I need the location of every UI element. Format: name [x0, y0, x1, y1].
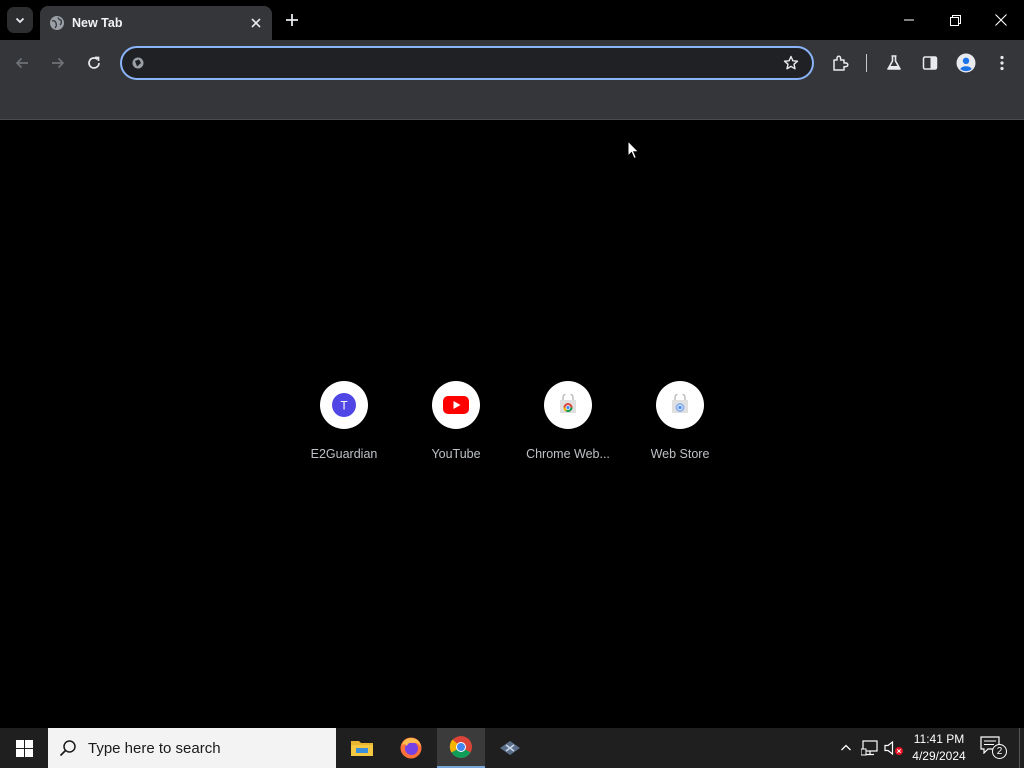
profile-button[interactable] — [954, 51, 978, 75]
shortcut-tiles: T E2Guardian YouTube Chrome Web... Web S… — [288, 381, 736, 477]
taskbar-chrome[interactable] — [437, 728, 485, 768]
tray-overflow-button[interactable] — [836, 738, 856, 758]
tab-new-tab[interactable]: New Tab — [40, 6, 272, 40]
star-icon[interactable] — [782, 54, 800, 72]
notification-count-badge: 2 — [992, 744, 1007, 759]
address-bar[interactable] — [120, 46, 814, 80]
tray-volume-button[interactable] — [884, 738, 904, 758]
search-icon — [58, 738, 78, 758]
site-info-icon[interactable] — [130, 55, 146, 71]
back-button[interactable] — [10, 51, 34, 75]
taskbar-file-explorer[interactable] — [338, 728, 386, 768]
forward-button[interactable] — [46, 51, 70, 75]
taskbar-search-box[interactable]: Type here to search — [48, 728, 336, 768]
firefox-icon — [400, 737, 422, 759]
shortcut-chrome-web-store[interactable]: Chrome Web... — [512, 381, 624, 477]
bookmarks-bar — [0, 86, 1024, 120]
tab-strip: New Tab — [0, 0, 1024, 40]
taskbar-app[interactable] — [486, 728, 534, 768]
chrome-icon — [449, 736, 472, 758]
tile-icon-container — [544, 381, 592, 429]
mouse-cursor-icon — [627, 140, 640, 160]
chevron-down-icon — [15, 17, 25, 24]
globe-icon — [49, 15, 65, 31]
action-center-button[interactable]: 2 — [980, 736, 1008, 760]
side-panel-icon — [922, 56, 938, 70]
tab-search-button[interactable] — [7, 7, 33, 33]
close-icon[interactable] — [246, 13, 266, 33]
tile-icon-container — [432, 381, 480, 429]
tile-letter: T — [340, 399, 348, 413]
browser-toolbar — [0, 40, 1024, 86]
youtube-icon — [443, 396, 469, 414]
app-icon — [500, 741, 520, 755]
extensions-button[interactable] — [828, 51, 852, 75]
side-panel-button[interactable] — [918, 51, 942, 75]
toolbar-divider — [866, 54, 867, 72]
reload-button[interactable] — [82, 51, 106, 75]
taskbar-search-placeholder: Type here to search — [88, 739, 221, 757]
plus-icon — [286, 14, 298, 26]
shortcut-youtube[interactable]: YouTube — [400, 381, 512, 477]
taskbar-firefox[interactable] — [387, 728, 435, 768]
taskbar: Type here to search 11:41 PM 4/29/2024 2 — [0, 728, 1024, 768]
clock-time: 11:41 PM — [913, 732, 965, 746]
network-icon — [861, 740, 878, 756]
close-window-icon — [995, 14, 1007, 26]
web-store-icon — [672, 394, 688, 413]
close-window-button[interactable] — [978, 0, 1024, 40]
shortcut-label: Web Store — [650, 447, 710, 461]
chrome-web-store-icon — [560, 394, 576, 413]
shortcut-e2guardian[interactable]: T E2Guardian — [288, 381, 400, 477]
new-tab-page: T E2Guardian YouTube Chrome Web... Web S… — [0, 121, 1024, 728]
menu-icon — [1000, 55, 1004, 71]
address-input[interactable] — [152, 52, 772, 74]
tab-title: New Tab — [72, 16, 123, 30]
reload-icon — [88, 56, 100, 69]
tile-icon-container — [656, 381, 704, 429]
chevron-up-icon — [841, 744, 851, 751]
minimize-icon — [904, 19, 914, 21]
menu-button[interactable] — [990, 51, 1014, 75]
tile-icon-container: T — [320, 381, 368, 429]
extensions-icon — [833, 55, 849, 71]
shortcut-label: E2Guardian — [310, 447, 378, 461]
minimize-button[interactable] — [886, 0, 932, 40]
new-tab-button[interactable] — [280, 8, 304, 32]
shortcut-label: YouTube — [431, 447, 481, 461]
clock-date: 4/29/2024 — [912, 749, 966, 763]
letter-t-icon: T — [332, 393, 356, 417]
volume-muted-icon — [884, 740, 903, 756]
start-button[interactable] — [0, 728, 48, 768]
show-desktop-button[interactable] — [1019, 728, 1024, 768]
restore-button[interactable] — [932, 0, 978, 40]
taskbar-clock[interactable]: 11:41 PM 4/29/2024 — [904, 731, 974, 765]
labs-button[interactable] — [882, 51, 906, 75]
shortcut-web-store[interactable]: Web Store — [624, 381, 736, 477]
forward-icon — [52, 57, 65, 69]
file-explorer-icon — [351, 741, 373, 756]
windows-icon — [15, 739, 33, 757]
tray-network-button[interactable] — [860, 738, 880, 758]
restore-icon — [949, 14, 961, 26]
labs-icon — [887, 55, 901, 70]
profile-icon — [956, 53, 976, 73]
back-icon — [15, 57, 28, 69]
shortcut-label: Chrome Web... — [526, 447, 610, 461]
